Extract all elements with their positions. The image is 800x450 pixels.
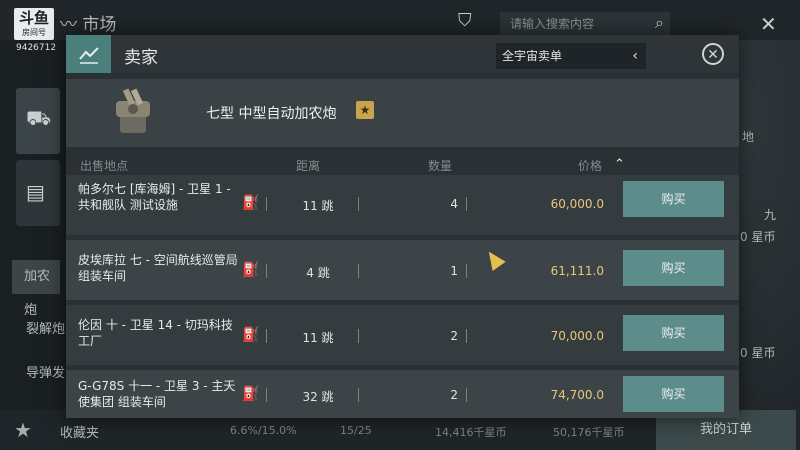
col-price[interactable]: 价格 xyxy=(578,157,602,174)
bg-right-fragment: 0 星币 xyxy=(740,230,776,244)
order-distance: 4 跳 xyxy=(306,266,330,280)
room-id: 9426712 xyxy=(16,43,57,53)
item-banner: 七型 中型自动加农炮 ★ xyxy=(66,79,739,147)
market-close-icon[interactable]: ✕ xyxy=(760,12,777,36)
category-missile[interactable]: 导弹发 xyxy=(26,362,65,381)
order-distance: 32 跳 xyxy=(302,390,334,404)
sidebar-tab-orders[interactable]: ▤ xyxy=(16,160,60,226)
divider xyxy=(466,329,467,343)
cart-icon: ⛟ xyxy=(26,106,52,130)
divider xyxy=(266,197,267,211)
buy-button[interactable]: 购买 xyxy=(623,181,724,217)
table-header: 出售地点 距离 数量 价格 ⌃ xyxy=(66,153,739,177)
order-quantity: 1 xyxy=(450,264,458,278)
route-icon[interactable]: ⛽ xyxy=(242,386,259,402)
order-quantity: 2 xyxy=(450,388,458,402)
order-location[interactable]: 帕多尔七 [库海姆] - 卫星 1 - 共和舰队 测试设施 xyxy=(78,181,238,213)
search-icon[interactable]: ⌕ xyxy=(655,13,664,33)
divider xyxy=(266,329,267,343)
order-distance: 11 跳 xyxy=(302,199,334,213)
buy-button[interactable]: 购买 xyxy=(623,315,724,351)
order-price: 70,000.0 xyxy=(550,329,604,343)
divider xyxy=(466,388,467,402)
divider xyxy=(358,264,359,278)
category-cracker[interactable]: 裂解炮 xyxy=(26,318,65,337)
route-icon[interactable]: ⛽ xyxy=(242,195,259,211)
bg-right-fragment: 地 xyxy=(742,130,755,144)
col-location[interactable]: 出售地点 xyxy=(80,157,128,174)
route-icon[interactable]: ⛽ xyxy=(242,262,259,278)
item-name[interactable]: 七型 中型自动加农炮 xyxy=(206,103,336,123)
order-distance: 11 跳 xyxy=(302,331,334,345)
buy-button[interactable]: 购买 xyxy=(623,250,724,286)
market-topbar xyxy=(0,0,800,40)
stat-value: 6.6%/15.0% xyxy=(230,424,297,437)
dialog-header: 卖家 全宇宙卖单 ‹ ✕ xyxy=(66,35,739,73)
filter-icon[interactable]: ⛉ xyxy=(458,10,482,32)
bg-right-fragment: 0 星币 xyxy=(740,346,776,360)
table-row: 皮埃库拉 七 - 空间航线巡管局 组装车间 ⛽ 4 跳 1 61,111.0 购… xyxy=(66,240,739,300)
sort-up-icon[interactable]: ⌃ xyxy=(614,157,625,172)
buy-button[interactable]: 购买 xyxy=(623,376,724,412)
route-icon[interactable]: ⛽ xyxy=(242,327,259,343)
divider xyxy=(358,388,359,402)
col-distance[interactable]: 距离 xyxy=(296,157,320,174)
stat-value: 14,416千星币 xyxy=(435,426,507,439)
order-location[interactable]: G-G78S 十一 - 卫星 3 - 主天使集团 组装车间 xyxy=(78,378,238,410)
search-input[interactable]: 请输入搜索内容 xyxy=(500,12,670,36)
dialog-title: 卖家 xyxy=(124,48,158,68)
stat-value: 50,176千星币 xyxy=(553,426,625,439)
order-quantity: 4 xyxy=(450,197,458,211)
chevron-left-icon: ‹ xyxy=(632,48,638,64)
table-row: G-G78S 十一 - 卫星 3 - 主天使集团 组装车间 ⛽ 32 跳 2 7… xyxy=(66,370,739,418)
favorites-label[interactable]: 收藏夹 xyxy=(60,422,99,441)
order-location[interactable]: 皮埃库拉 七 - 空间航线巡管局 组装车间 xyxy=(78,252,238,284)
stat-value: 15/25 xyxy=(340,424,372,437)
table-row: 帕多尔七 [库海姆] - 卫星 1 - 共和舰队 测试设施 ⛽ 11 跳 4 6… xyxy=(66,175,739,235)
order-price: 60,000.0 xyxy=(550,197,604,211)
market-title: 〰 市场 xyxy=(60,15,117,35)
chart-icon xyxy=(79,47,99,64)
clipboard-icon: ▤ xyxy=(26,180,45,204)
divider xyxy=(466,264,467,278)
region-select[interactable]: 全宇宙卖单 ‹ xyxy=(496,43,646,69)
table-row: 伦因 十 - 卫星 14 - 切玛科技 工厂 ⛽ 11 跳 2 70,000.0… xyxy=(66,305,739,365)
divider xyxy=(266,264,267,278)
divider xyxy=(358,329,359,343)
star-badge-icon: ★ xyxy=(356,101,374,119)
col-quantity[interactable]: 数量 xyxy=(428,157,452,174)
category-cannon[interactable]: 加农炮 xyxy=(12,260,60,318)
order-price: 61,111.0 xyxy=(550,264,604,278)
divider xyxy=(266,388,267,402)
region-select-value: 全宇宙卖单 xyxy=(502,49,563,63)
autocannon-image xyxy=(116,88,150,133)
streamer-logo: 斗鱼 房间号 xyxy=(14,8,54,40)
star-icon[interactable]: ★ xyxy=(14,418,32,442)
order-price: 74,700.0 xyxy=(550,388,604,402)
close-icon[interactable]: ✕ xyxy=(702,43,724,65)
order-location[interactable]: 伦因 十 - 卫星 14 - 切玛科技 工厂 xyxy=(78,317,238,349)
divider xyxy=(466,197,467,211)
header-accent xyxy=(66,35,111,73)
divider xyxy=(358,197,359,211)
sidebar-tab-buy[interactable]: ⛟ xyxy=(16,88,60,154)
sellers-dialog: 卖家 全宇宙卖单 ‹ ✕ 七型 中型自动加农炮 ★ 出售地点 距离 数量 价格 … xyxy=(66,35,739,418)
bg-right-fragment: 九 xyxy=(764,208,777,222)
order-quantity: 2 xyxy=(450,329,458,343)
